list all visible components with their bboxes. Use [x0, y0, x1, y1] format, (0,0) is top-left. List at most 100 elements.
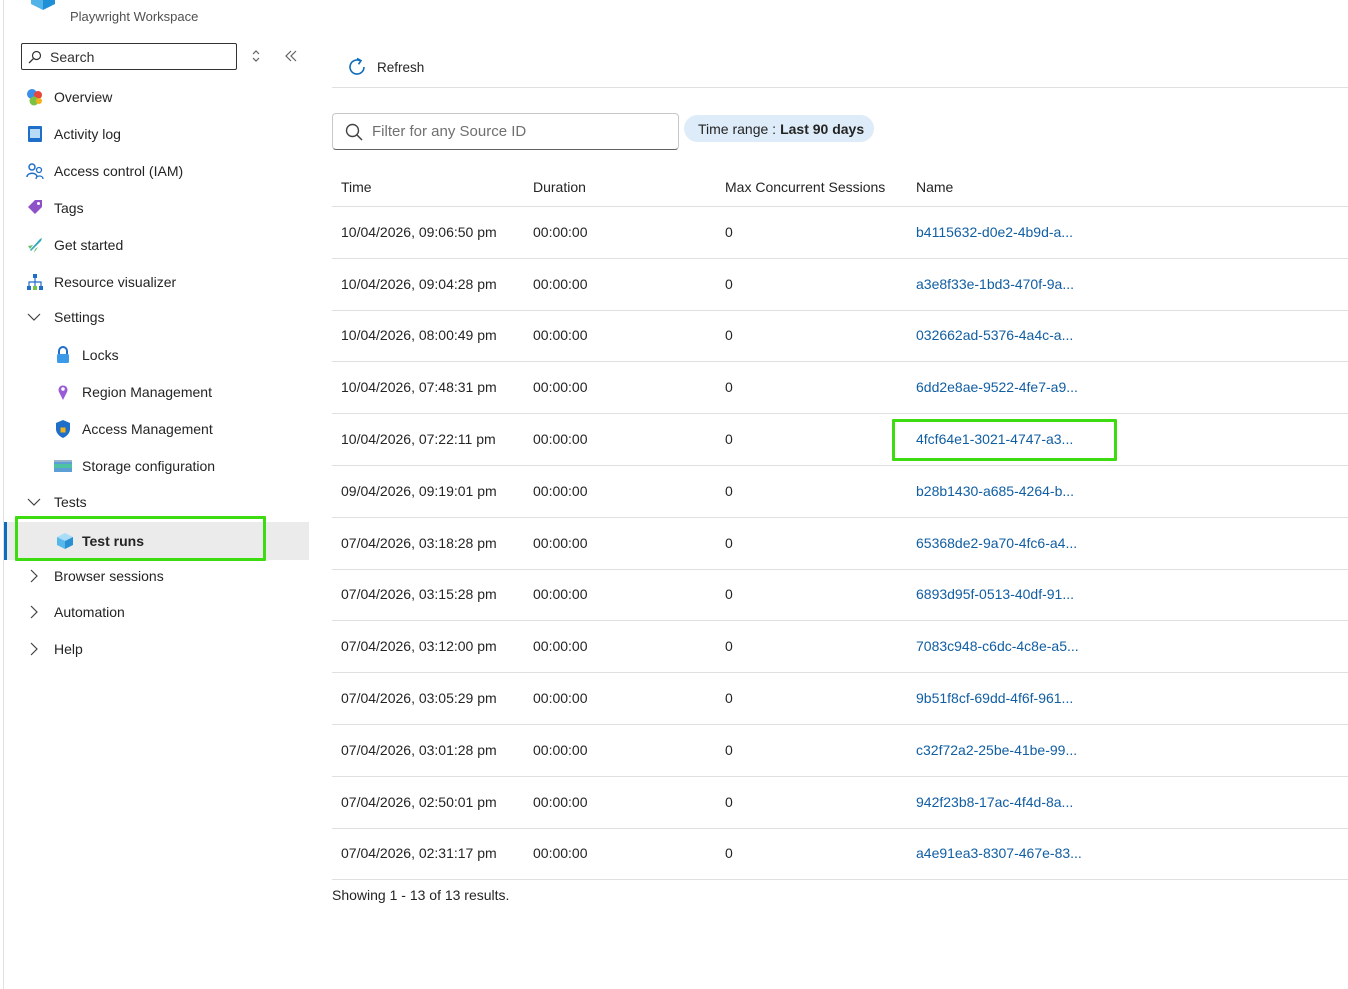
time-range-pill[interactable]: Time range : Last 90 days [684, 115, 875, 142]
max-sessions-cell: 0 [725, 742, 733, 758]
sidebar-group-browser-sessions[interactable]: Browser sessions [20, 561, 309, 591]
sort-up-down-icon[interactable] [249, 48, 263, 64]
sidebar-item-storage-configuration[interactable]: Storage configuration [20, 451, 309, 481]
table-row[interactable]: 10/04/2026, 07:48:31 pm 00:00:00 0 6dd2e… [332, 362, 1348, 414]
sidebar-item-overview[interactable]: Overview [20, 82, 309, 112]
test-run-name-link[interactable]: b4115632-d0e2-4b9d-a... [916, 224, 1073, 240]
time-cell: 10/04/2026, 09:06:50 pm [341, 224, 497, 240]
refresh-label: Refresh [377, 59, 425, 75]
test-run-name-link[interactable]: c32f72a2-25be-41be-99... [916, 742, 1077, 758]
sidebar-item-locks[interactable]: Locks [20, 340, 309, 370]
test-run-name-link[interactable]: 9b51f8cf-69dd-4f6f-961... [916, 690, 1073, 706]
sidebar-group-label: Browser sessions [54, 568, 164, 584]
table-row[interactable]: 07/04/2026, 03:01:28 pm 00:00:00 0 c32f7… [332, 725, 1348, 777]
test-run-name-link[interactable]: 942f23b8-17ac-4f4d-8a... [916, 794, 1073, 810]
max-sessions-cell: 0 [725, 483, 733, 499]
test-run-name-link[interactable]: 6893d95f-0513-40df-91... [916, 586, 1074, 602]
hierarchy-icon [27, 274, 43, 290]
source-id-filter-input[interactable] [372, 123, 662, 140]
table-row[interactable]: 10/04/2026, 09:04:28 pm 00:00:00 0 a3e8f… [332, 259, 1348, 311]
table-row[interactable]: 09/04/2026, 09:19:01 pm 00:00:00 0 b28b1… [332, 466, 1348, 518]
duration-cell: 00:00:00 [533, 586, 588, 602]
sidebar-item-tags[interactable]: Tags [20, 193, 309, 223]
max-sessions-cell: 0 [725, 224, 733, 240]
column-header-name[interactable]: Name [916, 179, 953, 195]
source-id-filter[interactable] [332, 113, 679, 150]
sidebar-item-resource-visualizer[interactable]: Resource visualizer [20, 267, 309, 297]
test-run-name-link[interactable]: b28b1430-a685-4264-b... [916, 483, 1074, 499]
table-row[interactable]: 07/04/2026, 03:05:29 pm 00:00:00 0 9b51f… [332, 673, 1348, 725]
max-sessions-cell: 0 [725, 431, 733, 447]
activity-log-icon [28, 126, 42, 142]
storage-icon [54, 460, 72, 472]
duration-cell: 00:00:00 [533, 431, 588, 447]
sidebar-item-get-started[interactable]: Get started [20, 230, 309, 260]
max-sessions-cell: 0 [725, 276, 733, 292]
refresh-icon [349, 57, 365, 75]
sidebar-item-label: Access control (IAM) [54, 163, 184, 179]
test-run-name-link[interactable]: 032662ad-5376-4a4c-a... [916, 327, 1073, 343]
test-run-name-link[interactable]: a3e8f33e-1bd3-470f-9a... [916, 276, 1074, 292]
time-cell: 10/04/2026, 09:04:28 pm [341, 276, 497, 292]
sidebar-item-access-control[interactable]: Access control (IAM) [20, 156, 309, 186]
table-row[interactable]: 07/04/2026, 03:18:28 pm 00:00:00 0 65368… [332, 518, 1348, 570]
time-range-value: Last 90 days [780, 120, 865, 137]
sidebar-search-label: Search [50, 48, 95, 65]
max-sessions-cell: 0 [725, 690, 733, 706]
test-runs-highlight [15, 516, 266, 561]
duration-cell: 00:00:00 [533, 794, 588, 810]
table-row[interactable]: 10/04/2026, 09:06:50 pm 00:00:00 0 b4115… [332, 207, 1348, 259]
sidebar-group-tests[interactable]: Tests [20, 487, 309, 517]
collapse-sidebar-icon[interactable] [283, 49, 299, 63]
table-row[interactable]: 07/04/2026, 03:12:00 pm 00:00:00 0 7083c… [332, 621, 1348, 673]
column-header-max-concurrent-sessions[interactable]: Max Concurrent Sessions [725, 179, 885, 195]
sidebar-item-label: Region Management [82, 384, 212, 400]
column-header-time[interactable]: Time [341, 179, 372, 195]
max-sessions-cell: 0 [725, 379, 733, 395]
duration-cell: 00:00:00 [533, 276, 588, 292]
max-sessions-cell: 0 [725, 586, 733, 602]
duration-cell: 00:00:00 [533, 483, 588, 499]
time-cell: 10/04/2026, 07:22:11 pm [341, 431, 496, 447]
time-cell: 10/04/2026, 07:48:31 pm [341, 379, 497, 395]
time-cell: 07/04/2026, 03:05:29 pm [341, 690, 497, 706]
sidebar-item-region-management[interactable]: Region Management [20, 377, 309, 407]
sidebar-group-automation[interactable]: Automation [20, 597, 309, 627]
sidebar-item-label: Resource visualizer [54, 274, 177, 290]
test-run-name-link[interactable]: 7083c948-c6dc-4c8e-a5... [916, 638, 1079, 654]
test-run-name-link[interactable]: 6dd2e8ae-9522-4fe7-a9... [916, 379, 1078, 395]
sidebar-item-access-management[interactable]: Access Management [20, 414, 309, 444]
table-row[interactable]: 07/04/2026, 02:50:01 pm 00:00:00 0 942f2… [332, 777, 1348, 829]
tag-icon [28, 200, 42, 214]
max-sessions-cell: 0 [725, 535, 733, 551]
table-row[interactable]: 07/04/2026, 02:31:17 pm 00:00:00 0 a4e91… [332, 828, 1348, 880]
table-row[interactable]: 10/04/2026, 08:00:49 pm 00:00:00 0 03266… [332, 310, 1348, 362]
sidebar-search-input[interactable]: Search [21, 43, 237, 70]
sidebar-group-help[interactable]: Help [20, 634, 309, 664]
search-icon [28, 50, 42, 63]
results-count: Showing 1 - 13 of 13 results. [332, 887, 510, 903]
duration-cell: 00:00:00 [533, 327, 588, 343]
sidebar-item-activity-log[interactable]: Activity log [20, 119, 309, 149]
location-pin-icon [58, 385, 68, 400]
shield-icon [56, 420, 70, 438]
table-row[interactable]: 07/04/2026, 03:15:28 pm 00:00:00 0 6893d… [332, 569, 1348, 621]
sidebar-item-label: Get started [54, 237, 124, 253]
chevron-right-icon [30, 642, 38, 656]
left-border [3, 0, 4, 989]
test-run-name-link[interactable]: 65368de2-9a70-4fc6-a4... [916, 535, 1077, 551]
max-sessions-cell: 0 [725, 845, 733, 861]
refresh-button[interactable]: Refresh [346, 54, 424, 80]
column-header-duration[interactable]: Duration [533, 179, 586, 195]
time-cell: 07/04/2026, 03:12:00 pm [341, 638, 497, 654]
lock-icon [57, 346, 69, 363]
table-row[interactable]: 10/04/2026, 07:22:11 pm 00:00:00 0 4fcf6… [332, 414, 1348, 466]
sidebar-item-label: Access Management [82, 421, 213, 437]
sidebar-group-label: Settings [54, 309, 105, 325]
sidebar-group-settings[interactable]: Settings [20, 302, 309, 332]
chevron-right-icon [30, 605, 38, 619]
time-cell: 10/04/2026, 08:00:49 pm [341, 327, 497, 343]
toolbar-divider [332, 87, 1348, 88]
time-range-label: Time range : [698, 120, 777, 137]
test-run-name-link[interactable]: a4e91ea3-8307-467e-83... [916, 845, 1082, 861]
